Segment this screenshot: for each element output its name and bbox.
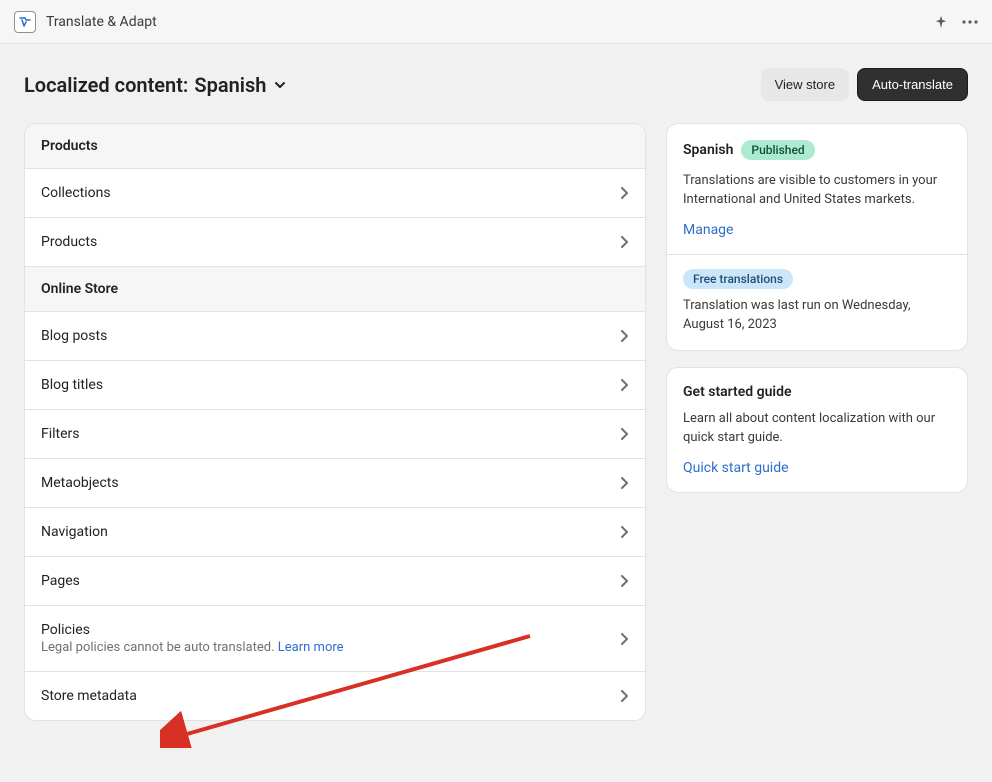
list-item-policies[interactable]: Policies Legal policies cannot be auto t… [25, 606, 645, 672]
view-store-button[interactable]: View store [761, 68, 849, 101]
quick-start-link[interactable]: Quick start guide [683, 460, 789, 476]
list-item-metaobjects[interactable]: Metaobjects [25, 459, 645, 508]
list-item-subtext: Legal policies cannot be auto translated… [41, 640, 344, 655]
chevron-right-icon [621, 477, 629, 489]
list-item-blog-posts[interactable]: Blog posts [25, 312, 645, 361]
list-item-store-metadata[interactable]: Store metadata [25, 672, 645, 720]
main-columns: Products Collections Products Online Sto… [24, 123, 968, 721]
status-card: Spanish Published Translations are visib… [666, 123, 968, 351]
list-item-label: Blog titles [41, 377, 103, 393]
chevron-down-icon [274, 79, 286, 91]
chevron-right-icon [621, 575, 629, 587]
policies-subtext: Legal policies cannot be auto translated… [41, 640, 275, 655]
page-header: Localized content: Spanish View store Au… [24, 68, 968, 101]
list-item-blog-titles[interactable]: Blog titles [25, 361, 645, 410]
right-column: Spanish Published Translations are visib… [666, 123, 968, 493]
list-item-label: Blog posts [41, 328, 107, 344]
list-item-label: Products [41, 234, 97, 250]
guide-card: Get started guide Learn all about conten… [666, 367, 968, 493]
chevron-right-icon [621, 187, 629, 199]
section-header-products: Products [25, 124, 645, 169]
list-item-label: Filters [41, 426, 80, 442]
status-description: Translations are visible to customers in… [683, 172, 951, 210]
app-title: Translate & Adapt [46, 14, 157, 30]
chevron-right-icon [621, 236, 629, 248]
page-title-language: Spanish [194, 73, 266, 97]
list-item-label: Collections [41, 185, 111, 201]
guide-title: Get started guide [683, 384, 951, 400]
list-item-filters[interactable]: Filters [25, 410, 645, 459]
topbar-actions [934, 15, 978, 29]
left-column: Products Collections Products Online Sto… [24, 123, 646, 721]
topbar: Translate & Adapt [0, 0, 992, 44]
app-icon [14, 11, 36, 33]
status-title-row: Spanish Published [683, 140, 951, 160]
chevron-right-icon [621, 330, 629, 342]
list-item-label: Policies [41, 622, 344, 638]
chevron-right-icon [621, 428, 629, 440]
list-item-label: Navigation [41, 524, 108, 540]
list-item-navigation[interactable]: Navigation [25, 508, 645, 557]
page-title-prefix: Localized content: [24, 73, 188, 97]
status-language: Spanish [683, 142, 733, 158]
list-item-label: Pages [41, 573, 80, 589]
pin-icon[interactable] [934, 15, 948, 29]
published-badge: Published [741, 140, 814, 160]
more-icon[interactable] [962, 20, 978, 24]
last-run-text: Translation was last run on Wednesday, A… [683, 297, 951, 335]
list-item-products[interactable]: Products [25, 218, 645, 267]
header-buttons: View store Auto-translate [761, 68, 968, 101]
chevron-right-icon [621, 379, 629, 391]
chevron-right-icon [621, 690, 629, 702]
manage-link[interactable]: Manage [683, 222, 733, 238]
free-translations-badge: Free translations [683, 269, 793, 289]
learn-more-link[interactable]: Learn more [278, 640, 344, 655]
auto-translate-button[interactable]: Auto-translate [857, 68, 968, 101]
page-title[interactable]: Localized content: Spanish [24, 73, 286, 97]
divider [667, 254, 967, 255]
chevron-right-icon [621, 526, 629, 538]
list-item-pages[interactable]: Pages [25, 557, 645, 606]
section-header-online-store: Online Store [25, 267, 645, 312]
list-item-label: Metaobjects [41, 475, 119, 491]
chevron-right-icon [621, 633, 629, 645]
content-sections-card: Products Collections Products Online Sto… [24, 123, 646, 721]
list-item-collections[interactable]: Collections [25, 169, 645, 218]
guide-description: Learn all about content localization wit… [683, 410, 951, 448]
page-content: Localized content: Spanish View store Au… [0, 44, 992, 745]
list-item-label: Store metadata [41, 688, 137, 704]
